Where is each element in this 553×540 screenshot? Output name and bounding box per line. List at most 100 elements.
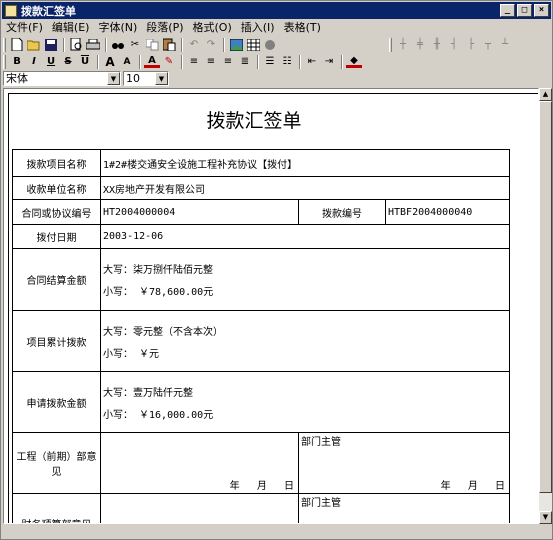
justify-icon[interactable]: ≣ bbox=[237, 54, 253, 69]
font-size-value: 10 bbox=[126, 71, 140, 85]
table-row: 工程（前期）部意见 年 月 日 部门主管 年 月 日 bbox=[12, 432, 510, 494]
save-icon[interactable] bbox=[43, 37, 59, 52]
numbered-list-icon[interactable]: ☷ bbox=[279, 54, 295, 69]
overline-icon[interactable]: U bbox=[77, 54, 93, 69]
menu-insert[interactable]: 插入(I) bbox=[241, 19, 275, 35]
font-name-value: 宋体 bbox=[6, 72, 28, 85]
italic-icon[interactable]: I bbox=[26, 54, 42, 69]
payee-value[interactable]: XX房地产开发有限公司 bbox=[100, 176, 510, 200]
font-shrink-icon[interactable]: A bbox=[119, 54, 135, 69]
window-title: 拨款汇签单 bbox=[21, 4, 76, 18]
print-preview-icon[interactable] bbox=[68, 37, 84, 52]
manager-label: 部门主管 bbox=[301, 498, 341, 509]
document-title: 拨款汇签单 bbox=[206, 110, 302, 132]
align-left-icon[interactable]: ≡ bbox=[186, 54, 202, 69]
finance-manager-cell[interactable]: 部门主管 bbox=[298, 493, 510, 523]
amount-lower: 小写： ￥16,000.00元 bbox=[103, 409, 214, 421]
contract-number-value[interactable]: HT2004000004 bbox=[100, 199, 299, 225]
table-row: 拨付日期 2003-12-06 bbox=[12, 224, 510, 249]
table-tool-4-icon[interactable]: ┤ bbox=[446, 37, 462, 52]
close-button[interactable]: × bbox=[534, 4, 549, 17]
menu-paragraph[interactable]: 段落(P) bbox=[146, 19, 183, 35]
redo-icon[interactable]: ↷ bbox=[203, 37, 219, 52]
find-icon[interactable] bbox=[110, 37, 126, 52]
amount-upper: 大写：柒万捌仟陆佰元整 bbox=[103, 265, 213, 276]
row-label: 项目累计拨款 bbox=[12, 310, 101, 372]
menu-format[interactable]: 格式(O) bbox=[193, 19, 232, 35]
indent-icon[interactable]: ⇥ bbox=[321, 54, 337, 69]
table-tool-1-icon[interactable]: ┼ bbox=[395, 37, 411, 52]
table-row: 拨款项目名称 1#2#楼交通安全设施工程补充协议【拨付】 bbox=[12, 149, 510, 177]
table-row: 合同结算金额 大写：柒万捌仟陆佰元整 小写： ￥78,600.00元 bbox=[12, 248, 510, 311]
engineering-opinion-cell[interactable]: 年 月 日 bbox=[100, 432, 299, 494]
requested-amount-cell[interactable]: 大写：壹万陆仟元整 小写： ￥16,000.00元 bbox=[100, 371, 510, 433]
chevron-down-icon[interactable]: ▼ bbox=[155, 71, 168, 85]
toolbar-grip[interactable] bbox=[3, 37, 6, 52]
manager-label: 部门主管 bbox=[301, 437, 341, 448]
insert-object-icon[interactable] bbox=[262, 37, 278, 52]
minimize-button[interactable]: _ bbox=[500, 4, 515, 17]
app-window: 拨款汇签单 _ □ × 文件(F) 编辑(E) 字体(N) 段落(P) 格式(O… bbox=[0, 0, 553, 540]
table-tool-3-icon[interactable]: ╫ bbox=[429, 37, 445, 52]
settlement-amount-cell[interactable]: 大写：柒万捌仟陆佰元整 小写： ￥78,600.00元 bbox=[100, 248, 510, 311]
table-tool-6-icon[interactable]: ┬ bbox=[480, 37, 496, 52]
menu-edit[interactable]: 编辑(E) bbox=[52, 19, 90, 35]
cumulative-amount-cell[interactable]: 大写：零元整（不含本次） 小写： ￥元 bbox=[100, 310, 510, 372]
menu-file[interactable]: 文件(F) bbox=[6, 19, 43, 35]
row-label: 拨款项目名称 bbox=[12, 149, 101, 177]
font-color-icon[interactable]: A bbox=[144, 55, 160, 68]
project-name-value[interactable]: 1#2#楼交通安全设施工程补充协议【拨付】 bbox=[100, 149, 510, 177]
table-tool-5-icon[interactable]: ├ bbox=[463, 37, 479, 52]
cut-icon[interactable]: ✂ bbox=[127, 37, 143, 52]
app-icon bbox=[5, 4, 17, 17]
new-icon[interactable] bbox=[9, 37, 25, 52]
payment-date-value[interactable]: 2003-12-06 bbox=[100, 224, 510, 249]
payment-number-value[interactable]: HTBF2004000040 bbox=[385, 199, 510, 225]
strikethrough-icon[interactable]: S bbox=[60, 54, 76, 69]
undo-icon[interactable]: ↶ bbox=[186, 37, 202, 52]
row-label: 申请拨款金额 bbox=[12, 371, 101, 433]
bullet-list-icon[interactable]: ☰ bbox=[262, 54, 278, 69]
open-icon[interactable] bbox=[26, 37, 42, 52]
table-row: 财务预算部意见 部门主管 bbox=[12, 493, 510, 523]
highlight-icon[interactable]: ✎ bbox=[161, 54, 177, 69]
document-area[interactable]: 拨款汇签单 拨款项目名称 1#2#楼交通安全设施工程补充协议【拨付】 收款单位名… bbox=[3, 88, 539, 524]
vertical-scrollbar[interactable]: ▲ ▼ bbox=[539, 88, 552, 524]
table-tool-2-icon[interactable]: ╪ bbox=[412, 37, 428, 52]
finance-opinion-cell[interactable] bbox=[100, 493, 299, 523]
font-grow-icon[interactable]: A bbox=[102, 54, 118, 69]
scroll-down-icon[interactable]: ▼ bbox=[539, 511, 552, 524]
chevron-down-icon[interactable]: ▼ bbox=[107, 71, 120, 85]
date-placeholder: 年 月 日 bbox=[229, 481, 294, 492]
table-tool-7-icon[interactable]: ┴ bbox=[497, 37, 513, 52]
outdent-icon[interactable]: ⇤ bbox=[304, 54, 320, 69]
align-right-icon[interactable]: ≡ bbox=[220, 54, 236, 69]
table-row: 申请拨款金额 大写：壹万陆仟元整 小写： ￥16,000.00元 bbox=[12, 371, 510, 433]
scroll-up-icon[interactable]: ▲ bbox=[539, 88, 552, 101]
amount-lower: 小写： ￥元 bbox=[103, 348, 160, 360]
underline-icon[interactable]: U bbox=[43, 54, 59, 69]
table-row: 项目累计拨款 大写：零元整（不含本次） 小写： ￥元 bbox=[12, 310, 510, 372]
align-center-icon[interactable]: ≡ bbox=[203, 54, 219, 69]
fill-color-icon[interactable]: ◆ bbox=[346, 55, 362, 68]
maximize-button[interactable]: □ bbox=[517, 4, 532, 17]
paste-icon[interactable] bbox=[161, 37, 177, 52]
row-label: 合同结算金额 bbox=[12, 248, 101, 311]
toolbar-grip[interactable] bbox=[3, 54, 6, 69]
menu-table[interactable]: 表格(T) bbox=[284, 19, 321, 35]
copy-icon[interactable] bbox=[144, 37, 160, 52]
row-label: 拨付日期 bbox=[12, 224, 101, 249]
row-label: 财务预算部意见 bbox=[12, 493, 101, 523]
bold-icon[interactable]: B bbox=[9, 54, 25, 69]
table-row: 收款单位名称 XX房地产开发有限公司 bbox=[12, 176, 510, 200]
font-name-select[interactable]: 宋体 ▼ bbox=[3, 70, 121, 86]
menu-font[interactable]: 字体(N) bbox=[98, 19, 137, 35]
manager-signature-cell[interactable]: 部门主管 年 月 日 bbox=[298, 432, 510, 494]
insert-table-icon[interactable] bbox=[245, 37, 261, 52]
font-size-select[interactable]: 10 ▼ bbox=[123, 70, 169, 86]
scroll-thumb[interactable] bbox=[539, 101, 552, 493]
date-placeholder: 年 月 日 bbox=[440, 481, 505, 492]
insert-image-icon[interactable] bbox=[228, 37, 244, 52]
print-icon[interactable] bbox=[85, 37, 101, 52]
font-row: 宋体 ▼ 10 ▼ bbox=[3, 70, 171, 86]
